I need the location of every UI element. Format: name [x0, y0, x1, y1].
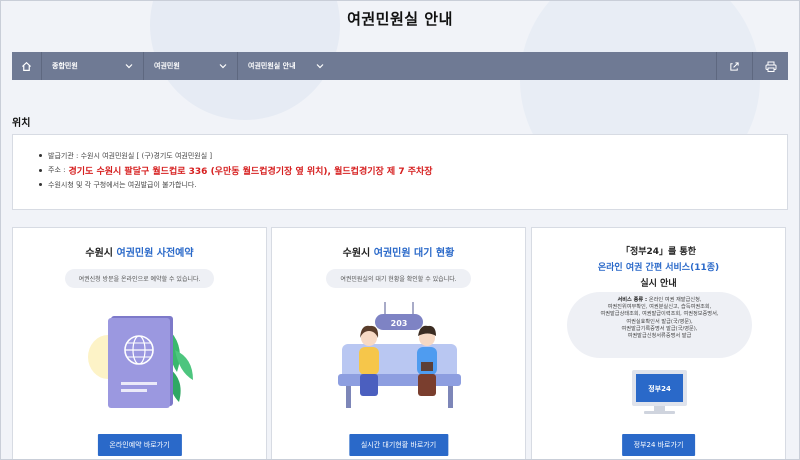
chevron-down-icon	[316, 64, 324, 69]
location-info-box: 발급기관 : 수원시 여권민원실 [ (구)경기도 여권민원실 ] 주소 : 경…	[12, 134, 788, 210]
service-line: 여권발급상태조회, 여권발급이력조회, 여권정보증명서,	[600, 311, 719, 318]
home-icon	[21, 61, 32, 71]
nav-item-label: 종합민원	[52, 62, 78, 70]
nav-dropdown-passport-office[interactable]: 여권민원실 안내	[238, 52, 334, 80]
card-description: 여권민원실의 대기 현황을 확인할 수 있습니다.	[326, 269, 471, 288]
nav-item-label: 여권민원실 안내	[248, 62, 296, 70]
nav-item-label: 여권민원	[154, 62, 180, 70]
monitor-label: 정부24	[648, 384, 671, 393]
online-reservation-button[interactable]: 온라인예약 바로가기	[97, 434, 182, 456]
issuing-agency-text: 발급기관 : 수원시 여권민원실 [ (구)경기도 여권민원실 ]	[48, 151, 213, 160]
address-text: 경기도 수원시 팔달구 월드컵로 336 (우만동 월드컵경기장 옆 위치), …	[68, 166, 433, 177]
nav-dropdown-passport[interactable]: 여권민원	[144, 52, 238, 80]
address-label: 주소 :	[48, 166, 66, 174]
gov24-service-card: 「정부24」를 통한 온라인 여권 간편 서비스(11종) 실시 안내 서비스 …	[531, 227, 786, 460]
card-title-line3: 실시 안내	[640, 279, 677, 289]
info-line-agency: 발급기관 : 수원시 여권민원실 [ (구)경기도 여권민원실 ]	[39, 149, 787, 162]
services-label: 서비스 종류 :	[617, 297, 649, 303]
chevron-down-icon	[219, 64, 227, 69]
section-title-location: 위치	[12, 118, 31, 129]
card-title-line2: 온라인 여권 간편 서비스(11종)	[597, 263, 720, 273]
card-title: 수원시 여권민원 대기 현황	[272, 244, 525, 259]
service-line: 여권발급신청서류증명서 발급	[627, 333, 692, 340]
print-button[interactable]	[752, 52, 788, 80]
waiting-illustration: 203	[338, 302, 461, 408]
notice-text: 수원시청 및 각 구청에서는 여권발급이 불가합니다.	[48, 180, 197, 189]
info-line-notice: 수원시청 및 각 구청에서는 여권발급이 불가합니다.	[39, 178, 787, 191]
info-line-address: 주소 : 경기도 수원시 팔달구 월드컵로 336 (우만동 월드컵경기장 옆 …	[39, 162, 787, 178]
card-title-highlight: 여권민원 대기 현황	[373, 248, 455, 259]
card-title-line1: 「정부24」를 통한	[620, 247, 697, 257]
card-title-prefix: 수원시	[342, 248, 374, 259]
waiting-status-card: 수원시 여권민원 대기 현황 여권민원실의 대기 현황을 확인할 수 있습니다.…	[271, 227, 526, 460]
passport-illustration	[88, 316, 193, 408]
service-line: 여권발급기록증명서 발급(국/영문),	[621, 325, 698, 332]
service-list-bubble: 서비스 종류 : 온라인 여권 재발급신청, 여권진위여부확인, 여권분실신고,…	[567, 292, 752, 358]
card-title-prefix: 수원시	[85, 248, 117, 259]
nav-dropdown-general[interactable]: 종합민원	[42, 52, 144, 80]
service-line: 여권실효확인서 발급(국/영문),	[626, 318, 693, 325]
share-icon	[730, 61, 739, 71]
card-title: 수원시 여권민원 사전예약	[13, 244, 266, 259]
page-title: 여권민원실 안내	[347, 10, 453, 28]
bullet	[39, 154, 42, 157]
monitor-illustration: 정부24	[632, 370, 687, 414]
card-description: 여권신청 방문을 온라인으로 예약할 수 있습니다.	[64, 269, 215, 288]
card-title-highlight: 여권민원 사전예약	[116, 248, 194, 259]
breadcrumb-nav: 종합민원 여권민원 여권민원실 안내	[12, 52, 788, 80]
print-icon	[765, 61, 776, 72]
home-button[interactable]	[12, 52, 42, 80]
bullet	[39, 183, 42, 186]
gov24-link-button[interactable]: 정부24 바로가기	[621, 434, 696, 456]
bullet	[39, 168, 42, 172]
chevron-down-icon	[125, 64, 133, 69]
waiting-number-sign: 203	[391, 319, 408, 328]
share-button[interactable]	[716, 52, 752, 80]
reservation-card: 수원시 여권민원 사전예약 여권신청 방문을 온라인으로 예약할 수 있습니다.…	[12, 227, 267, 460]
realtime-status-button[interactable]: 실시간 대기현황 바로가기	[348, 434, 449, 456]
